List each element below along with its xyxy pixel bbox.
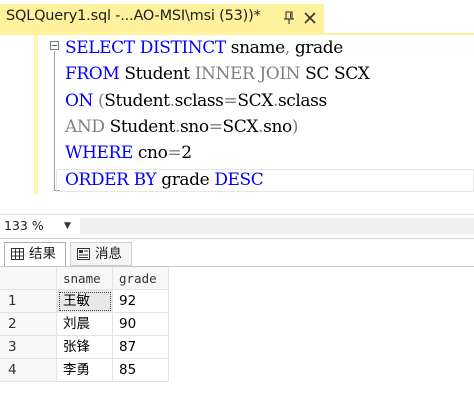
- sql-token: SCX: [237, 91, 273, 111]
- sql-token: sno: [179, 117, 209, 137]
- editor-status-bar: 133 % ▼: [0, 214, 474, 239]
- code-line[interactable]: SELECT DISTINCT sname, grade: [65, 35, 343, 61]
- sql-keyword: SELECT: [65, 38, 135, 58]
- grid-cell-grade[interactable]: 90: [113, 313, 169, 336]
- code-line[interactable]: ORDER BY grade DESC: [65, 167, 264, 193]
- sql-token: sno: [263, 117, 292, 137]
- row-number[interactable]: 1: [0, 290, 57, 313]
- sql-keyword: ORDER BY: [65, 170, 157, 190]
- code-line[interactable]: WHERE cno=2: [65, 140, 192, 166]
- sql-token: ): [291, 117, 299, 137]
- sql-keyword: WHERE: [65, 143, 133, 163]
- code-line[interactable]: AND Student.sno=SCX.sno): [65, 114, 298, 140]
- grid-cell-grade[interactable]: 85: [113, 359, 169, 382]
- grid-icon: [11, 248, 24, 260]
- zoom-value: 133 %: [4, 218, 44, 233]
- sql-token: Student: [104, 91, 170, 111]
- sql-token: cno: [132, 143, 168, 163]
- code-line[interactable]: ON (Student.sclass=SCX.sclass: [65, 88, 327, 114]
- tab-messages-label: 消息: [95, 246, 122, 262]
- sql-token: SCX: [222, 117, 259, 137]
- messages-icon: [77, 248, 90, 260]
- sql-token: =: [167, 143, 182, 163]
- sql-token: =: [208, 117, 223, 137]
- sql-token: Student: [119, 64, 195, 84]
- document-tab-title: SQLQuery1.sql -...AO-MSI\msi (53))*: [6, 8, 261, 24]
- sql-token: (: [93, 91, 105, 111]
- pin-icon[interactable]: [282, 11, 296, 25]
- sql-token: AND: [65, 117, 105, 137]
- grid-cell-sname[interactable]: 张锋: [57, 336, 113, 359]
- code-line[interactable]: FROM Student INNER JOIN SC SCX: [65, 61, 370, 87]
- grid-cell-sname[interactable]: 刘晨: [57, 313, 113, 336]
- tab-messages[interactable]: 消息: [70, 242, 132, 266]
- close-icon[interactable]: [302, 10, 318, 26]
- chevron-down-icon[interactable]: ▼: [64, 217, 71, 235]
- grid-cell-grade[interactable]: 92: [113, 290, 169, 313]
- sql-keyword: DISTINCT: [139, 38, 226, 58]
- sql-keyword: ON: [65, 91, 94, 111]
- sql-token: sname: [225, 38, 285, 58]
- document-tab[interactable]: SQLQuery1.sql -...AO-MSI\msi (53))*: [0, 4, 324, 33]
- sql-token: INNER JOIN: [194, 64, 301, 84]
- results-tab-strip: 结果 消息: [0, 238, 474, 267]
- sql-token: grade: [156, 170, 215, 190]
- outline-guide: [54, 51, 55, 191]
- sql-token: Student: [104, 117, 176, 137]
- grid-corner[interactable]: [0, 267, 57, 290]
- results-grid[interactable]: sname grade 1 王敏 92 2 刘晨 90 3 张锋 87 4 李勇…: [0, 266, 474, 416]
- collapse-outline-icon[interactable]: [50, 41, 59, 50]
- sql-token: grade: [289, 38, 343, 58]
- row-number[interactable]: 4: [0, 359, 57, 382]
- tab-results-label: 结果: [29, 246, 56, 262]
- sql-token: SC SCX: [300, 64, 370, 84]
- sql-keyword: DESC: [214, 170, 264, 190]
- grid-cell-sname[interactable]: 王敏: [57, 290, 113, 313]
- column-header-sname[interactable]: sname: [57, 267, 113, 290]
- sql-token: 2: [181, 143, 192, 163]
- sql-token: =: [223, 91, 238, 111]
- change-tracking-margin: [34, 35, 38, 195]
- row-number[interactable]: 2: [0, 313, 57, 336]
- sql-keyword: FROM: [65, 64, 120, 84]
- tab-results[interactable]: 结果: [4, 242, 66, 266]
- grid-cell-sname[interactable]: 李勇: [57, 359, 113, 382]
- column-header-grade[interactable]: grade: [113, 267, 169, 290]
- horizontal-scrollbar[interactable]: [80, 218, 474, 234]
- sql-token: sclass: [277, 91, 327, 111]
- row-number[interactable]: 3: [0, 336, 57, 359]
- sql-token: sclass: [174, 91, 224, 111]
- grid-cell-grade[interactable]: 87: [113, 336, 169, 359]
